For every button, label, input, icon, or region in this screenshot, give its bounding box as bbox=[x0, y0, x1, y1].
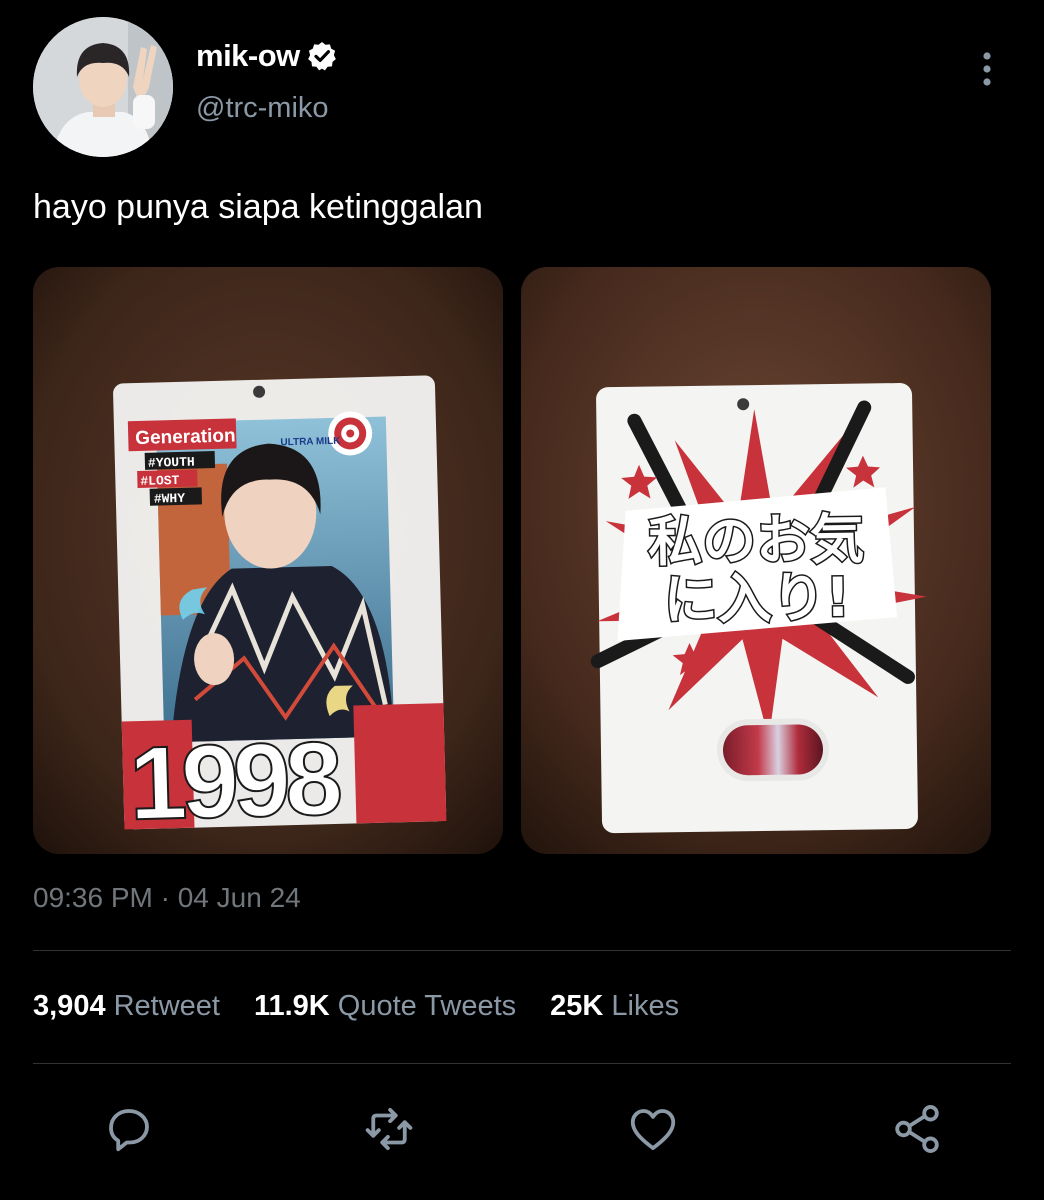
year-number: 1998 bbox=[128, 721, 341, 842]
verified-badge-icon bbox=[307, 42, 336, 71]
divider bbox=[33, 950, 1011, 951]
avatar-photo bbox=[33, 17, 173, 157]
media-grid: Generation #YOUTH #LOST #WHY ULTRA MILK … bbox=[33, 267, 991, 854]
display-name[interactable]: mik-ow bbox=[196, 38, 300, 74]
tweet-text: hayo punya siapa ketinggalan bbox=[33, 188, 483, 226]
engagement-stats: 3,904 Retweet 11.9K Quote Tweets 25K Likes bbox=[33, 990, 679, 1023]
brand-logo: ULTRA MILK bbox=[280, 436, 341, 449]
back-text-line2: に入り! bbox=[663, 566, 851, 632]
banner-title: Generation bbox=[135, 425, 236, 449]
photo-card-back[interactable]: 私のお気 に入り! bbox=[521, 267, 991, 854]
retweet-stat[interactable]: 3,904 Retweet bbox=[33, 990, 220, 1023]
like-icon[interactable] bbox=[626, 1102, 680, 1156]
hashtag-1: #YOUTH bbox=[148, 455, 195, 471]
user-handle[interactable]: @trc-miko bbox=[196, 92, 329, 125]
back-text-line1: 私のお気 bbox=[648, 508, 865, 574]
share-icon[interactable] bbox=[890, 1102, 944, 1156]
retweet-icon[interactable] bbox=[362, 1102, 416, 1156]
hashtag-2: #LOST bbox=[140, 473, 180, 489]
quote-tweet-stat[interactable]: 11.9K Quote Tweets bbox=[254, 990, 516, 1023]
reply-icon[interactable] bbox=[102, 1102, 156, 1156]
divider bbox=[33, 1063, 1011, 1064]
hashtag-3: #WHY bbox=[154, 491, 186, 507]
more-options-icon[interactable] bbox=[970, 52, 1004, 86]
likes-stat[interactable]: 25K Likes bbox=[550, 990, 679, 1023]
photo-card-front[interactable]: Generation #YOUTH #LOST #WHY ULTRA MILK … bbox=[33, 267, 503, 854]
avatar[interactable] bbox=[33, 17, 173, 157]
tweet-timestamp[interactable]: 09:36 PM · 04 Jun 24 bbox=[33, 882, 301, 914]
